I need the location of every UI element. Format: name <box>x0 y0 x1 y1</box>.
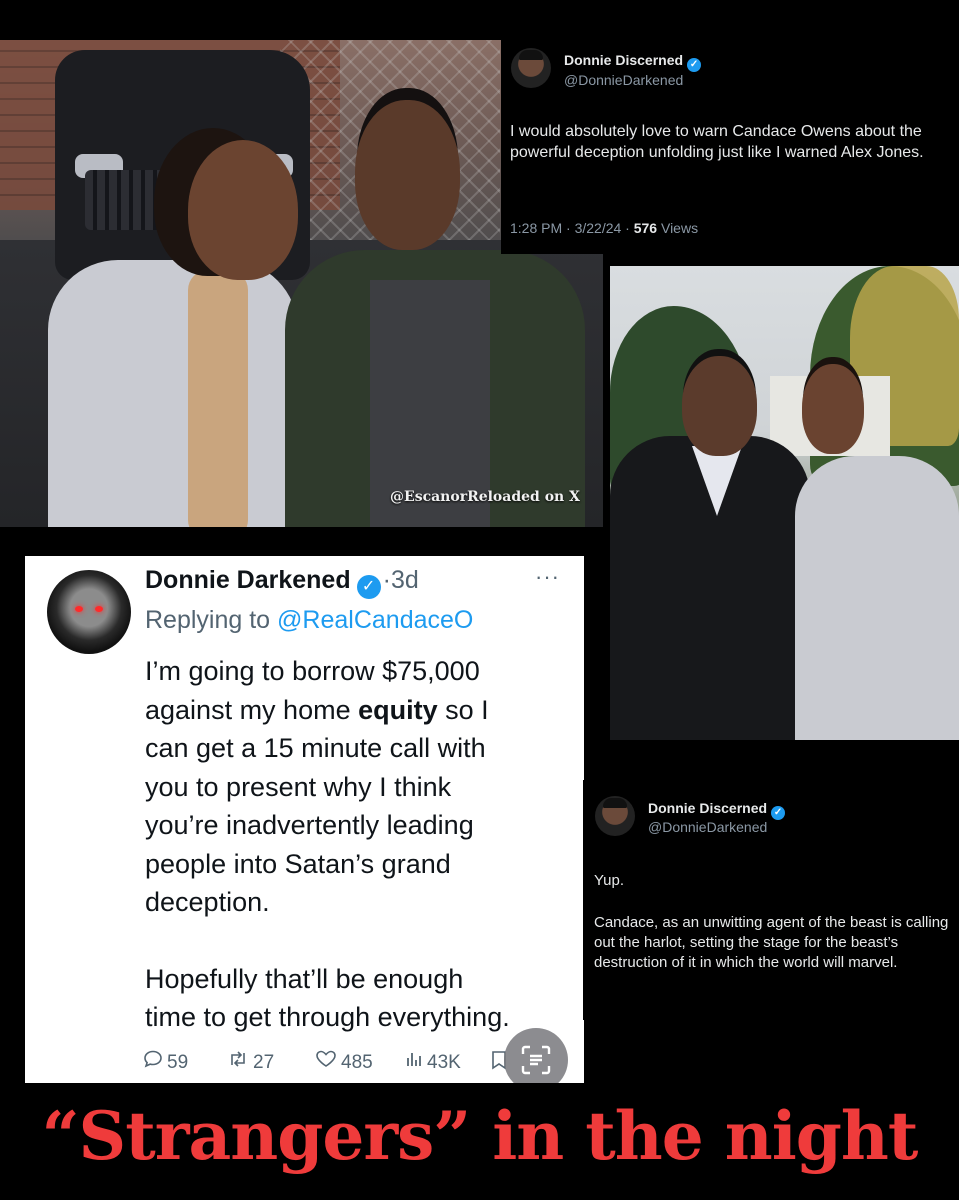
text-line: I’m going to borrow $75,000 <box>145 656 480 686</box>
photo-couple-outdoors <box>610 266 959 740</box>
views-button[interactable]: 43K <box>405 1050 461 1074</box>
views-label: Views <box>660 220 699 236</box>
text-scan-button[interactable] <box>504 1028 568 1083</box>
woman-grey-coat <box>795 456 959 740</box>
text-segment: against my home <box>145 694 351 725</box>
photo-watermark: @EscanorReloaded on X <box>390 489 580 505</box>
tan-scarf <box>188 270 248 527</box>
tweet-timestamp[interactable]: 1:28 PM · 3/22/24 · <box>510 220 630 236</box>
replying-prefix: Replying to <box>145 606 271 634</box>
like-count: 485 <box>341 1052 373 1073</box>
reply-count: 59 <box>167 1052 189 1073</box>
red-eye <box>95 606 103 612</box>
tweet-text: I’m going to borrow $75,000 against my h… <box>145 652 570 1037</box>
separator: · <box>382 566 391 594</box>
tweet-dark-bottom[interactable]: Donnie Discerned ✓ @DonnieDarkened Yup. C… <box>583 780 959 1020</box>
avatar[interactable] <box>595 796 635 836</box>
heart-icon <box>316 1050 336 1067</box>
replying-to: Replying to @RealCandaceO <box>145 606 473 635</box>
caption-title: “Strangers” in the night <box>41 1097 919 1175</box>
woman-head <box>802 364 864 454</box>
tweet-text-line2: Candace, as an unwitting agent of the be… <box>594 914 949 971</box>
verified-badge-icon: ✓ <box>687 58 702 72</box>
text-line: time to get through everything. <box>145 1002 510 1032</box>
verified-badge-icon: ✓ <box>771 806 786 820</box>
man-head <box>682 356 757 456</box>
repost-button[interactable]: 27 <box>227 1050 274 1074</box>
text-line: people into Satan’s grand <box>145 848 451 879</box>
like-button[interactable]: 485 <box>315 1050 373 1074</box>
author-name-text: Donnie Discerned <box>648 800 768 816</box>
author-name[interactable]: Donnie Darkened <box>145 566 351 594</box>
tweet-text: I would absolutely love to warn Candace … <box>510 123 924 161</box>
verified-badge-icon: ✓ <box>356 575 381 599</box>
reply-button[interactable]: 59 <box>143 1050 188 1074</box>
text-segment: so I <box>445 694 489 725</box>
grey-coat <box>48 260 298 527</box>
reply-icon <box>144 1050 162 1068</box>
avatar[interactable] <box>511 48 551 88</box>
scan-text-icon <box>521 1045 551 1075</box>
view-count: 576 <box>633 220 658 236</box>
author-name-text: Donnie Discerned <box>564 52 684 68</box>
author-handle[interactable]: @DonnieDarkened <box>564 72 683 88</box>
woman-head <box>188 140 298 280</box>
man-head <box>355 100 460 250</box>
tweet-metadata: 1:28 PM · 3/22/24 · 576 Views <box>510 220 698 236</box>
tweet-dark-top[interactable]: Donnie Discerned ✓ @DonnieDarkened I woul… <box>501 40 942 254</box>
text-line: can get a 15 minute call with <box>145 733 486 763</box>
repost-count: 27 <box>253 1052 275 1073</box>
repost-icon <box>231 1051 245 1067</box>
author-handle[interactable]: @DonnieDarkened <box>648 819 767 835</box>
text-bold-segment: equity <box>358 694 438 725</box>
tweet-light-reply[interactable]: Donnie Darkened ✓ ·3d ··· Replying to @Rea… <box>25 556 584 1083</box>
text-line: you’re inadvertently leading <box>145 810 474 840</box>
red-eye <box>75 606 83 612</box>
text-line: against my home equity so I <box>145 691 570 730</box>
more-options-icon[interactable]: ··· <box>535 564 560 590</box>
author-name[interactable]: Donnie Discerned ✓ <box>648 800 786 820</box>
author-row: Donnie Darkened ✓ ·3d <box>145 566 419 599</box>
mention-link[interactable]: @RealCandaceO <box>277 606 473 634</box>
tweet-text-line1: Yup. <box>594 872 625 889</box>
text-line: Hopefully that’ll be enough <box>145 963 464 994</box>
views-chart-icon <box>407 1053 421 1066</box>
tweet-age[interactable]: 3d <box>391 566 419 594</box>
woman-grey-coat <box>48 140 308 527</box>
text-line: you to present why I think <box>145 771 452 802</box>
author-name[interactable]: Donnie Discerned ✓ <box>564 52 702 72</box>
view-count: 43K <box>427 1052 461 1073</box>
text-line: deception. <box>145 887 270 917</box>
avatar[interactable] <box>47 570 131 654</box>
